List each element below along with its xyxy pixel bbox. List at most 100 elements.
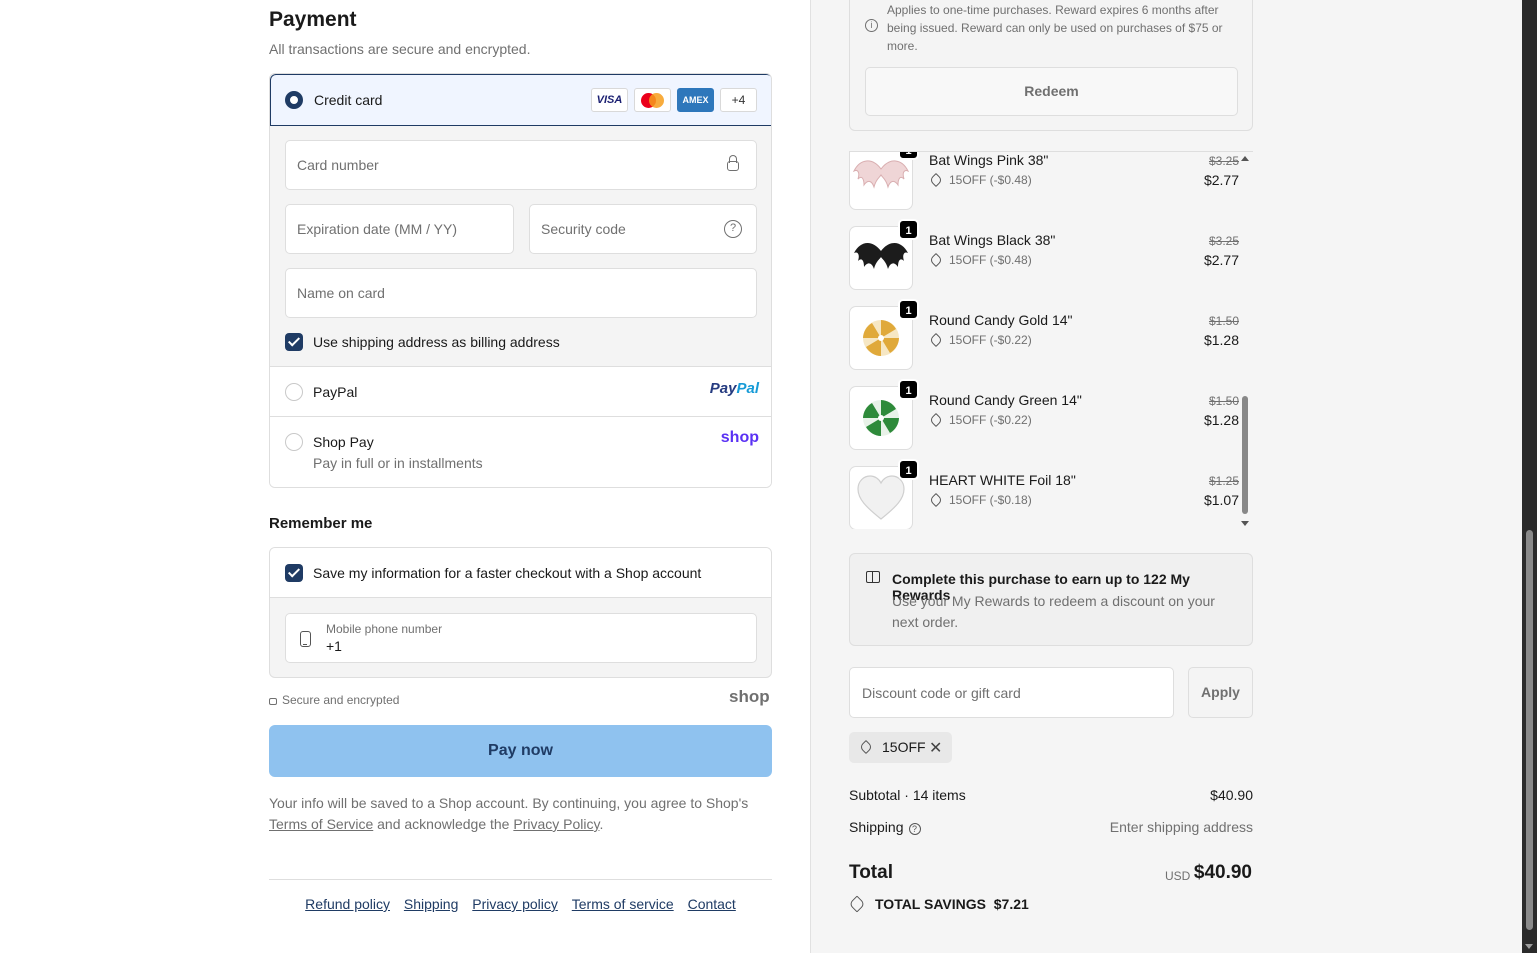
redeem-button[interactable]: Redeem: [865, 67, 1238, 116]
item-name: Bat Wings Pink 38": [929, 152, 1049, 168]
help-icon[interactable]: ?: [724, 220, 742, 238]
cart-items-list[interactable]: 1 Bat Wings Pink 38" 15OFF (-$0.48) $3.2…: [849, 151, 1253, 529]
item-discount: 15OFF (-$0.22): [928, 332, 1032, 348]
item-original-price: $1.50: [1208, 314, 1239, 328]
item-original-price: $1.50: [1208, 394, 1239, 408]
applied-discount-chip: 15OFF ✕: [849, 732, 952, 763]
page-scrollbar[interactable]: [1522, 0, 1537, 953]
name-on-card-input[interactable]: Name on card: [285, 268, 757, 318]
scrollbar-thumb[interactable]: [1242, 396, 1248, 514]
total-value: $40.90: [1193, 862, 1252, 883]
page-scrollbar-thumb[interactable]: [1526, 530, 1533, 930]
billing-address-label: Use shipping address as billing address: [313, 334, 560, 350]
list-item: 1 Bat Wings Black 38" 15OFF (-$0.48) $3.…: [849, 219, 1239, 306]
secure-note: Secure and encrypted: [269, 693, 399, 707]
tag-icon: [928, 252, 944, 268]
more-cards-badge: +4: [720, 88, 757, 112]
amex-icon: AMEX: [677, 88, 714, 112]
tag-icon: [848, 895, 866, 913]
footer-links: Refund policy Shipping Privacy policy Te…: [269, 896, 772, 912]
list-item: 1 Round Candy Green 14" 15OFF (-$0.22) $…: [849, 379, 1239, 466]
paypal-logo: PayPal: [709, 380, 759, 397]
item-thumbnail: 1: [849, 379, 919, 450]
credit-card-radio[interactable]: [285, 91, 303, 109]
info-icon: i: [865, 19, 878, 32]
shoppay-option[interactable]: Shop Pay Pay in full or in installments …: [270, 417, 771, 487]
item-discount: 15OFF (-$0.22): [928, 412, 1032, 428]
apply-button[interactable]: Apply: [1188, 667, 1253, 718]
subtotal-label: Subtotal · 14 items: [849, 787, 966, 803]
item-discount: 15OFF (-$0.18): [928, 492, 1032, 508]
reward-info-text: Applies to one-time purchases. Reward ex…: [887, 3, 1223, 53]
paypal-radio[interactable]: [285, 383, 303, 401]
list-item: 1 Bat Wings Pink 38" 15OFF (-$0.48) $3.2…: [849, 152, 1239, 226]
privacy-policy-footer-link[interactable]: Privacy policy: [472, 896, 558, 912]
item-price: $1.28: [1203, 332, 1239, 348]
item-discount: 15OFF (-$0.48): [928, 252, 1032, 268]
shipping-link[interactable]: Shipping: [404, 896, 459, 912]
item-thumbnail: 1: [849, 459, 919, 529]
earn-rewards-subtitle: Use your My Rewards to redeem a discount…: [892, 593, 1215, 630]
mastercard-icon: [634, 88, 671, 112]
credit-card-option[interactable]: Credit card VISA AMEX +4: [270, 74, 771, 126]
lock-icon: [727, 155, 739, 171]
total-currency: USD: [1165, 869, 1191, 883]
billing-address-checkbox[interactable]: [285, 333, 303, 351]
lock-icon: [269, 698, 277, 705]
tag-icon: [858, 739, 874, 755]
tag-icon: [928, 172, 944, 188]
scroll-up-icon[interactable]: [1241, 156, 1249, 161]
remember-me-title: Remember me: [269, 515, 373, 532]
quantity-badge: 1: [898, 379, 919, 400]
payment-subtitle: All transactions are secure and encrypte…: [269, 41, 531, 57]
payment-title: Payment: [269, 8, 357, 31]
list-item: 1 Round Candy Gold 14" 15OFF (-$0.22) $1…: [849, 299, 1239, 386]
visa-icon: VISA: [591, 88, 628, 112]
item-name: Bat Wings Black 38": [929, 232, 1056, 248]
item-original-price: $3.25: [1208, 234, 1239, 248]
item-thumbnail: 1: [849, 219, 919, 290]
item-price: $2.77: [1203, 172, 1239, 188]
shoppay-logo: shop: [720, 429, 759, 446]
legal-text: Your info will be saved to a Shop accoun…: [269, 795, 749, 832]
discount-code-input[interactable]: Discount code or gift card: [849, 667, 1174, 718]
subtotal-row: Subtotal · 14 items $40.90: [849, 787, 1253, 803]
pay-now-button[interactable]: Pay now: [269, 725, 772, 777]
item-thumbnail: 1: [849, 152, 919, 210]
save-info-checkbox[interactable]: [285, 564, 303, 582]
save-info-label: Save my information for a faster checkou…: [313, 565, 702, 581]
total-label: Total: [849, 862, 893, 883]
item-thumbnail: 1: [849, 299, 919, 370]
subtotal-value: $40.90: [1210, 787, 1253, 803]
expiration-date-input[interactable]: Expiration date (MM / YY): [285, 204, 514, 254]
phone-field-label: Mobile phone number: [326, 622, 443, 636]
remove-discount-icon[interactable]: ✕: [929, 738, 942, 758]
privacy-policy-link[interactable]: Privacy Policy: [513, 816, 599, 832]
item-price: $1.28: [1203, 412, 1239, 428]
card-number-input[interactable]: Card number: [285, 140, 757, 190]
order-summary-panel: i Applies to one-time purchases. Reward …: [810, 0, 1522, 953]
help-icon[interactable]: ?: [908, 823, 921, 835]
tag-icon: [928, 492, 944, 508]
tag-icon: [928, 332, 944, 348]
item-name: Round Candy Green 14": [929, 392, 1082, 408]
contact-link[interactable]: Contact: [688, 896, 736, 912]
remember-me-box: Save my information for a faster checkou…: [269, 547, 772, 678]
shoppay-radio[interactable]: [285, 433, 303, 451]
paypal-option[interactable]: PayPal PayPal: [270, 367, 771, 417]
item-original-price: $1.25: [1208, 474, 1239, 488]
terms-of-service-link[interactable]: Terms of Service: [269, 816, 373, 832]
scroll-down-icon[interactable]: [1241, 521, 1249, 526]
security-code-input[interactable]: Security code ?: [529, 204, 757, 254]
terms-of-service-footer-link[interactable]: Terms of service: [572, 896, 674, 912]
total-savings: TOTAL SAVINGS $7.21: [848, 895, 1029, 913]
shop-logo: shop: [729, 687, 770, 706]
refund-policy-link[interactable]: Refund policy: [305, 896, 390, 912]
cart-items-scrollbar[interactable]: [1241, 151, 1249, 529]
earn-rewards-box: Complete this purchase to earn up to 122…: [849, 553, 1253, 646]
shipping-value: Enter shipping address: [1109, 819, 1253, 835]
credit-card-label: Credit card: [314, 92, 383, 108]
mobile-phone-input[interactable]: Mobile phone number +1: [285, 613, 757, 663]
scroll-down-icon[interactable]: [1525, 944, 1533, 949]
phone-field-value: +1: [326, 638, 342, 654]
